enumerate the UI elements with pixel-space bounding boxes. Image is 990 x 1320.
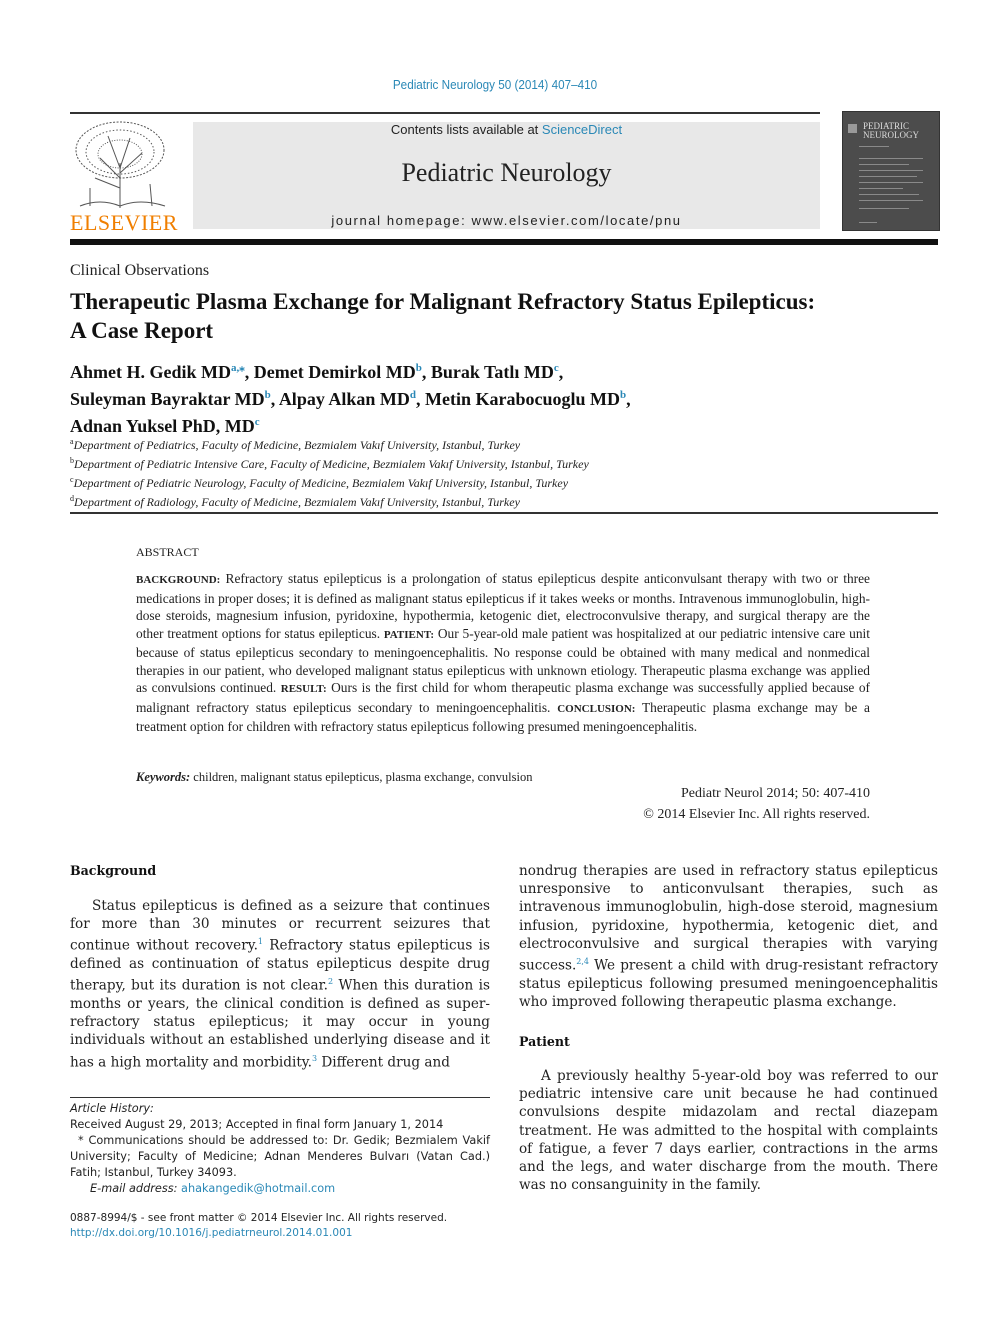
journal-name: Pediatric Neurology xyxy=(401,158,612,187)
affiliation-text: Department of Pediatric Intensive Care, … xyxy=(74,457,589,471)
abstract-body: BACKGROUND: Refractory status epilepticu… xyxy=(136,570,870,736)
affiliation-list: aDepartment of Pediatrics, Faculty of Me… xyxy=(70,434,890,510)
author-name[interactable]: Suleyman Bayraktar MD xyxy=(70,389,265,409)
top-divider xyxy=(70,112,820,114)
cover-title: PEDIATRIC NEUROLOGY xyxy=(863,122,919,140)
author-affiliation-ref[interactable]: b xyxy=(265,389,271,401)
journal-reference-link[interactable]: Pediatric Neurology 50 (2014) 407–410 xyxy=(50,77,941,92)
email-label: E-mail address: xyxy=(90,1182,182,1195)
cover-text-line xyxy=(859,182,923,183)
correspondence-note: * Communications should be addressed to:… xyxy=(70,1134,490,1179)
affiliation-item: aDepartment of Pediatrics, Faculty of Me… xyxy=(70,434,890,453)
abstract-background-label: BACKGROUND: xyxy=(136,574,221,586)
cover-text-line xyxy=(859,188,903,189)
journal-cover-thumbnail: PEDIATRIC NEUROLOGY xyxy=(842,111,940,231)
abstract-heading: ABSTRACT xyxy=(136,545,199,559)
issn-block: 0887-8994/$ - see front matter © 2014 El… xyxy=(70,1211,490,1241)
cover-text-line xyxy=(859,222,877,223)
affiliation-text: Department of Pediatrics, Faculty of Med… xyxy=(73,438,521,452)
citation-text: Pediatr Neurol 2014; 50: 407-410 xyxy=(681,786,870,801)
author-affiliation-ref[interactable]: d xyxy=(410,389,416,401)
issn-text: 0887-8994/$ - see front matter © 2014 El… xyxy=(70,1212,448,1224)
sciencedirect-link[interactable]: ScienceDirect xyxy=(542,122,622,137)
elsevier-wordmark: ELSEVIER xyxy=(70,210,178,235)
author-affiliation-ref[interactable]: c xyxy=(255,416,260,428)
author-name[interactable]: Adnan Yuksel PhD, MD xyxy=(70,416,255,436)
background-paragraph-continued: nondrug therapies are used in refractory… xyxy=(519,862,938,1011)
article-title: Therapeutic Plasma Exchange for Malignan… xyxy=(70,289,816,343)
patient-paragraph: A previously healthy 5-year-old boy was … xyxy=(519,1067,938,1194)
author-list: Ahmet H. Gedik MDa,⁎, Demet Demirkol MDb… xyxy=(70,362,631,436)
article-section-label: Clinical Observations xyxy=(70,262,210,279)
reference-link[interactable]: 2,4 xyxy=(576,957,589,966)
journal-homepage-link[interactable]: journal homepage: www.elsevier.com/locat… xyxy=(193,213,820,228)
cover-text-line xyxy=(859,164,909,165)
cover-text-line xyxy=(859,158,923,159)
footnote-divider xyxy=(70,1097,490,1098)
copyright-text: © 2014 Elsevier Inc. All rights reserved… xyxy=(643,807,870,822)
author-affiliation-ref[interactable]: c xyxy=(554,362,559,374)
author-affiliation-ref[interactable]: a,⁎ xyxy=(231,362,245,374)
author-affiliation-ref[interactable]: b xyxy=(416,362,422,374)
cover-logo-icon xyxy=(848,124,857,133)
journal-header-banner: Contents lists available at ScienceDirec… xyxy=(193,122,820,229)
abstract-result-label: RESULT: xyxy=(280,683,327,695)
author-name[interactable]: Ahmet H. Gedik MD xyxy=(70,362,231,382)
abstract-conclusion-label: CONCLUSION: xyxy=(557,702,636,715)
author-name[interactable]: Demet Demirkol MD xyxy=(254,362,416,382)
affiliation-divider xyxy=(70,512,938,514)
email-link[interactable]: ahakangedik@hotmail.com xyxy=(181,1182,335,1195)
contents-prefix: Contents lists available at xyxy=(390,122,542,137)
doi-link[interactable]: http://dx.doi.org/10.1016/j.pediatrneuro… xyxy=(70,1226,490,1241)
article-history: Received August 29, 2013; Accepted in fi… xyxy=(70,1118,444,1131)
article-footnotes: Article History: Received August 29, 201… xyxy=(70,1101,490,1197)
background-paragraph: Status epilepticus is defined as a seizu… xyxy=(70,897,490,1071)
affiliation-item: dDepartment of Radiology, Faculty of Med… xyxy=(70,491,890,510)
author-name[interactable]: Alpay Alkan MD xyxy=(279,389,410,409)
cover-text-line xyxy=(859,146,889,147)
citation-block: Pediatr Neurol 2014; 50: 407-410 © 2014 … xyxy=(470,783,870,825)
contents-line: Contents lists available at ScienceDirec… xyxy=(193,122,820,137)
affiliation-item: bDepartment of Pediatric Intensive Care,… xyxy=(70,453,890,472)
elsevier-tree-icon xyxy=(75,121,166,208)
header-divider xyxy=(70,239,938,245)
article-history-label: Article History: xyxy=(70,1102,154,1115)
author-name[interactable]: Burak Tatlı MD xyxy=(431,362,554,382)
cover-title-line: NEUROLOGY xyxy=(863,130,919,140)
keywords-label: Keywords: xyxy=(136,770,191,784)
cover-text-line xyxy=(859,176,917,177)
cover-text-line xyxy=(859,200,923,201)
background-heading: Background xyxy=(70,863,157,878)
author-name[interactable]: Metin Karabocuoglu MD xyxy=(425,389,620,409)
affiliation-text: Department of Pediatric Neurology, Facul… xyxy=(73,476,569,490)
affiliation-item: cDepartment of Pediatric Neurology, Facu… xyxy=(70,472,890,491)
author-affiliation-ref[interactable]: b xyxy=(620,389,626,401)
background-text: Different drug and xyxy=(317,1054,450,1071)
cover-text-line xyxy=(859,208,909,209)
elsevier-logo: ELSEVIER xyxy=(70,118,178,236)
affiliation-text: Department of Radiology, Faculty of Medi… xyxy=(74,495,520,509)
cover-text-line xyxy=(859,170,923,171)
patient-heading: Patient xyxy=(519,1034,570,1049)
keywords-list: children, malignant status epilepticus, … xyxy=(193,770,533,784)
abstract-patient-label: PATIENT: xyxy=(383,628,435,641)
cover-text-line xyxy=(859,194,919,195)
patient-text: A previously healthy 5-year-old boy was … xyxy=(519,1068,938,1194)
